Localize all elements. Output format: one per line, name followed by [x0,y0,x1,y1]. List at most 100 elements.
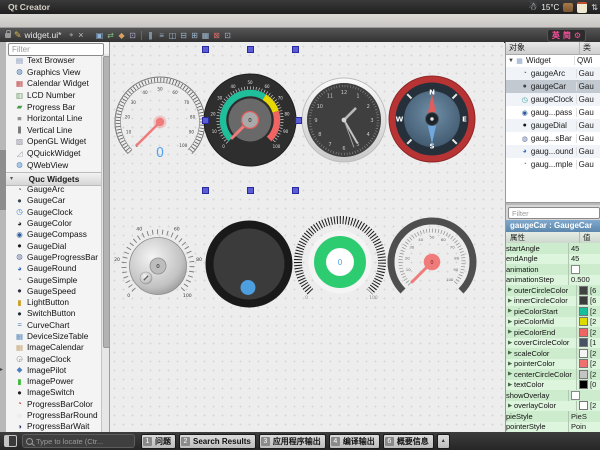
inspector-row[interactable]: ▼ ◔ gaug...mple Gau [506,158,600,171]
selection-handle[interactable] [202,117,209,124]
selection-handle[interactable] [292,187,299,194]
property-column-header[interactable]: 属性 [506,232,580,243]
ime-settings-gear-icon[interactable]: ⚙ [574,31,581,40]
gauge-simple-widget[interactable]: 0102030405060708090100 0 [391,221,473,291]
property-checkbox[interactable] [571,391,580,400]
sidebar-widget-item[interactable]: ≈ CurveChart [6,319,102,330]
sidebar-widget-item[interactable]: ▥ LCD Number [6,89,102,101]
sidebar-widget-item[interactable]: ▦ Calendar Widget [6,78,102,90]
class-column-header[interactable]: 类 [580,42,591,54]
sidebar-widget-item[interactable]: ▰ Progress Bar [6,101,102,113]
property-row[interactable]: ▶ centerCircleColor [2 [506,369,600,380]
sidebar-widget-item[interactable]: ◔ ProgressBarColor [6,398,102,409]
sidebar-widget-item[interactable]: ◌ ProgressBarRound [6,409,102,420]
output-pane-button[interactable]: 4 编译输出 [329,434,380,449]
weather-icon[interactable]: ☃ [528,2,537,13]
toggle-sidebar-icon[interactable] [4,435,17,447]
property-value-cell[interactable]: 45 [568,243,593,254]
property-row[interactable]: ▶ innerCircleColor [6 [506,296,600,307]
gauge-compass-widget[interactable]: N E S W [389,76,475,162]
property-value-cell[interactable]: [2 [576,327,600,338]
expander-icon[interactable]: ▼ [508,58,515,64]
inspector-row[interactable]: ▼ ◍ gaug...sBar Gau [506,132,600,145]
property-row[interactable]: ▶ startAngle 45 [506,243,600,254]
selection-handle[interactable] [247,46,254,53]
output-pane-button[interactable]: 6 概要信息 [383,434,434,449]
sidebar-widget-item[interactable]: ||| Vertical Line [6,124,102,136]
sidebar-widget-item[interactable]: ● GaugeCar [6,195,102,206]
sidebar-widget-item[interactable]: ◔ GaugeArc [6,184,102,195]
property-row[interactable]: ▶ pieStyle PieS [506,411,600,422]
layout-horizontal-icon[interactable]: ||| [146,31,155,40]
sidebar-widget-item[interactable]: ● SwitchButton [6,308,102,319]
property-row[interactable]: ▶ pointerStyle Poin [506,422,600,433]
property-row[interactable]: ▶ overlayColor [2 [506,401,600,412]
output-pane-toggle-button[interactable]: ▴ [437,434,450,449]
sidebar-widget-item[interactable]: ◍ Graphics View [6,66,102,78]
sidebar-widget-item[interactable]: ▦ ImageCalendar [6,342,102,353]
calendar-tray-icon[interactable] [577,2,587,13]
property-row[interactable]: ▶ pieColorEnd [2 [506,327,600,338]
input-method-badge[interactable]: 英 简 ⚙ [547,29,586,42]
sidebar-widget-item[interactable]: ▮ LightButton [6,296,102,307]
property-value-cell[interactable]: [2 [576,348,600,359]
property-value-cell[interactable]: [0 [576,380,600,391]
output-pane-button[interactable]: 3 应用程序输出 [259,434,326,449]
property-value-cell[interactable] [568,264,593,275]
selection-handle[interactable] [202,187,209,194]
property-row[interactable]: ▶ animationStep 0.500 [506,275,600,286]
property-value-cell[interactable]: [2 [576,369,600,380]
property-row[interactable]: ▶ coverCircleColor [1 [506,338,600,349]
edit-widgets-icon[interactable]: ▣ [95,31,104,40]
selection-handle[interactable] [247,187,254,194]
document-tab[interactable]: widget.ui* [25,30,62,40]
inspector-row[interactable]: ▼ ◉ gaug...pass Gau [506,106,600,119]
output-pane-button[interactable]: 2 Search Results [179,434,256,449]
property-row[interactable]: ▶ pieColorStart [2 [506,306,600,317]
inspector-row[interactable]: ▼ ● gaugeCar Gau [506,80,600,93]
property-value-cell[interactable]: [2 [576,359,600,370]
inspector-row[interactable]: ▼ ▦ Widget QWi [506,54,600,67]
sidebar-widget-item[interactable]: ≡ Horizontal Line [6,112,102,124]
property-row[interactable]: ▶ animation [506,264,600,275]
property-value-cell[interactable] [568,390,593,401]
sidebar-widget-item[interactable]: ▮ ImagePower [6,376,102,387]
inspector-row[interactable]: ▼ ◕ gaug...ound Gau [506,145,600,158]
sidebar-widget-item[interactable]: ◍ QWebView [6,159,102,171]
layout-form-icon[interactable]: ⊞ [190,31,199,40]
property-checkbox[interactable] [571,265,580,274]
property-value-cell[interactable]: 0.500 [568,275,593,286]
property-value-cell[interactable]: Poin [568,422,593,433]
sidebar-scrollbar[interactable] [101,54,109,432]
sidebar-widget-item[interactable]: ◆ ImagePilot [6,364,102,375]
close-tab-icon[interactable]: × [78,30,83,40]
property-value-cell[interactable]: [6 [576,296,600,307]
form-canvas[interactable]: 0102030405060708090100 0 010203040506070… [110,42,504,432]
selection-handle[interactable] [295,117,302,124]
sidebar-widget-item[interactable]: ▤ Text Browser [6,55,102,67]
selection-handle[interactable] [202,46,209,53]
property-row[interactable]: ▶ textColor [0 [506,380,600,391]
property-row[interactable]: ▶ endAngle 45 [506,254,600,265]
sidebar-widget-item[interactable]: ◕ GaugeRound [6,263,102,274]
break-layout-icon[interactable]: ⊠ [212,31,221,40]
property-row[interactable]: ▶ pointerColor [2 [506,359,600,370]
property-value-cell[interactable]: [2 [576,317,600,328]
sidebar-widget-item[interactable]: ◔ GaugeSimple [6,274,102,285]
sidebar-widget-item[interactable]: ◕ GaugeColor [6,217,102,228]
sidebar-widget-item[interactable]: ▦ DeviceSizeTable [6,330,102,341]
property-row[interactable]: ▶ showOverlay [506,390,600,401]
gauge-car-widget[interactable]: 0102030405060708090100 0 [204,74,296,166]
sidebar-widget-item[interactable]: ◑ ProgressBarWait [6,421,102,432]
sidebar-scrollbar-thumb[interactable] [103,56,110,348]
selection-handle[interactable] [292,46,299,53]
sidebar-widget-item[interactable]: ● ImageSwitch [6,387,102,398]
locator-input[interactable]: Type to locate (Ctr... [22,434,135,448]
sidebar-widget-item[interactable]: ● GaugeSpeed [6,285,102,296]
inspector-row[interactable]: ▼ ● gaugeDial Gau [506,119,600,132]
gauge-dial-widget[interactable]: 020406080100 0 [114,227,202,299]
property-value-cell[interactable]: [2 [576,306,600,317]
layout-grid-icon[interactable]: ▦ [201,31,210,40]
property-filter-input[interactable] [508,207,600,219]
property-row[interactable]: ▶ scaleColor [2 [506,348,600,359]
